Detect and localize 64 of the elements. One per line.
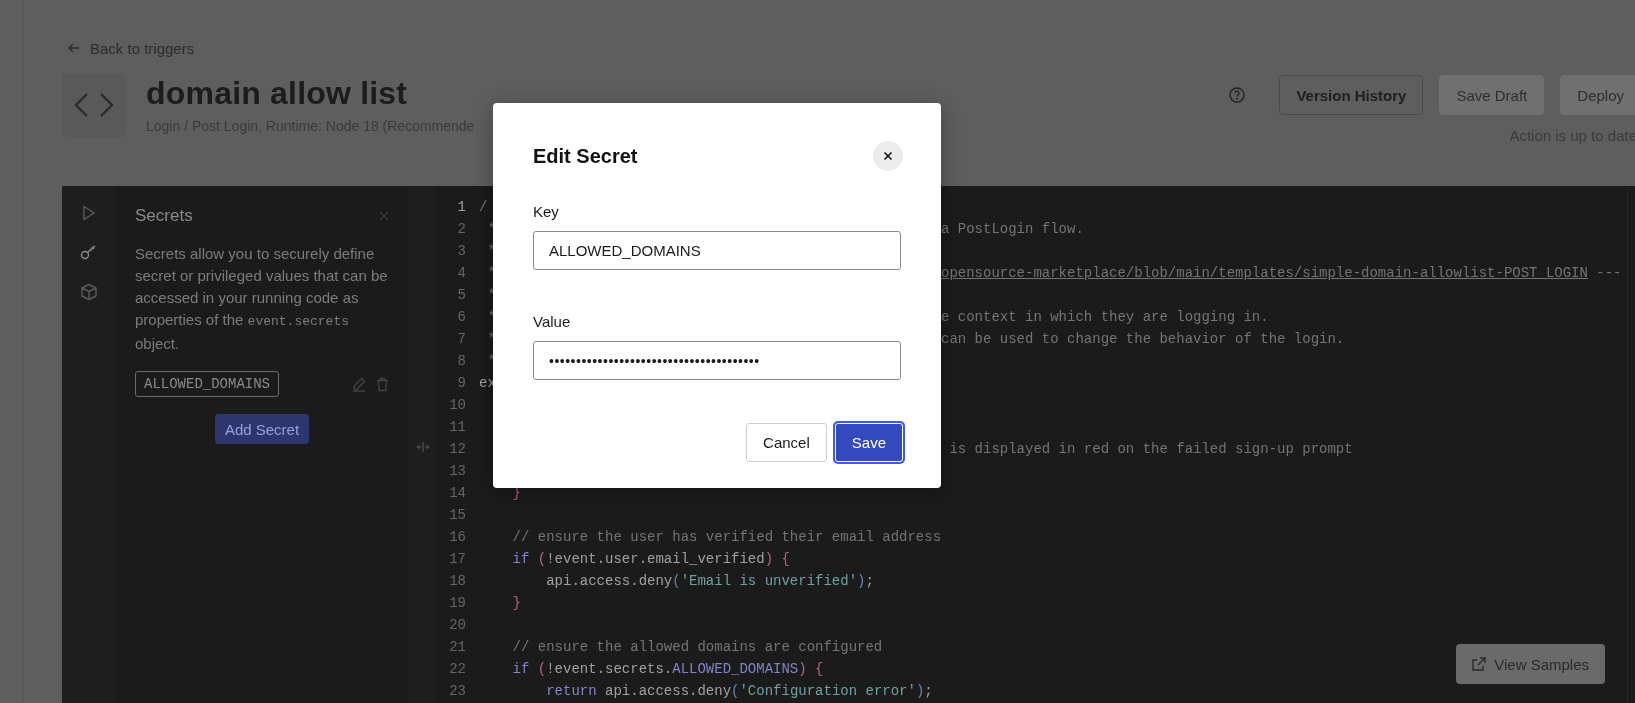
code-text: // ensure the allowed domains are configured: [511, 639, 883, 655]
close-icon[interactable]: [379, 211, 389, 221]
code-text: e context in which they are logging in.: [941, 308, 1269, 327]
view-samples-button[interactable]: View Samples: [1456, 644, 1605, 684]
line-number: 18: [448, 572, 466, 591]
line-number: 3: [456, 242, 466, 261]
close-button[interactable]: [873, 141, 903, 171]
add-secret-button[interactable]: Add Secret: [214, 414, 310, 444]
line-number: 13: [448, 462, 466, 481]
line-number: 5: [456, 286, 466, 305]
code-text: // ensure the user has verified their email address: [511, 529, 942, 545]
panel-title: Secrets: [135, 206, 193, 226]
line-number: 14: [448, 484, 466, 503]
key-icon[interactable]: [79, 244, 98, 260]
line-number: 9: [456, 374, 466, 393]
line-number: 15: [448, 506, 466, 525]
line-number: 22: [448, 660, 466, 679]
line-number: 17: [448, 550, 466, 569]
password-field[interactable]: •••••••••••••••••••••••••••••••••••••••: [533, 341, 901, 380]
pencil-icon[interactable]: [352, 376, 366, 392]
line-number: 1: [456, 198, 466, 217]
code-text: return api.access.deny('Configuration error');: [545, 683, 933, 699]
code-text: /: [479, 199, 488, 215]
code-link[interactable]: opensource-marketplace/blob/main/templates/simple-domain-allowlist-POST_LOGIN: [941, 265, 1588, 281]
line-number: 12: [448, 440, 466, 459]
line-number: 23: [448, 682, 466, 701]
field-label: Value: [533, 313, 572, 330]
code-text: if (!event.user.email_verified) {: [511, 551, 790, 567]
panel-description: Secrets allow you to securely define secret or privileged values that can be accessed in your running code as properties of the event.secrets object.: [135, 244, 389, 354]
code-text: api.access.deny('Email is unverified');: [545, 573, 874, 589]
action-title: domain allow list: [146, 75, 409, 112]
line-number: 20: [448, 616, 466, 635]
line-number: 10: [448, 396, 466, 415]
history-button[interactable]: Version History: [1279, 75, 1424, 115]
arrow-left-icon: [68, 43, 80, 53]
dialog-title: Edit Secret: [533, 144, 638, 168]
line-number: 2: [456, 220, 466, 239]
save-button[interactable]: Save: [834, 423, 903, 462]
play-icon[interactable]: [81, 205, 96, 221]
line-number: 21: [448, 638, 466, 657]
line-number: 11: [448, 418, 466, 437]
line-number: 7: [456, 330, 466, 349]
line-number: 16: [448, 528, 466, 547]
code-text: }: [511, 595, 521, 611]
line-number: 19: [448, 594, 466, 613]
code-text: a PostLogin flow.: [941, 220, 1084, 239]
secret-key-chip: ALLOWED_DOMAINS: [135, 371, 280, 397]
line-number: 4: [456, 264, 466, 283]
code-text: can be used to change the behavior of the login.: [941, 330, 1345, 349]
cancel-button[interactable]: Cancel: [746, 423, 827, 462]
external-link-icon: [1472, 657, 1487, 671]
help-icon[interactable]: [1229, 87, 1246, 103]
trash-icon[interactable]: [376, 376, 389, 392]
field-label: Key: [533, 203, 560, 220]
code-text: opensource-marketplace/blob/main/templates/simple-domain-allowlist-POST_LOGIN ---: [941, 264, 1622, 283]
code-text: is displayed in red on the failed sign-up prompt: [948, 440, 1353, 459]
cube-icon[interactable]: [79, 283, 98, 301]
code-icon: [74, 92, 114, 118]
resize-handle-icon[interactable]: [415, 442, 430, 452]
line-number: 6: [456, 308, 466, 327]
code-text: if (!event.secrets.ALLOWED_DOMAINS) {: [511, 661, 824, 677]
input-field[interactable]: ALLOWED_DOMAINS: [533, 231, 901, 270]
line-number: 8: [456, 352, 466, 371]
close-icon: [883, 151, 893, 161]
